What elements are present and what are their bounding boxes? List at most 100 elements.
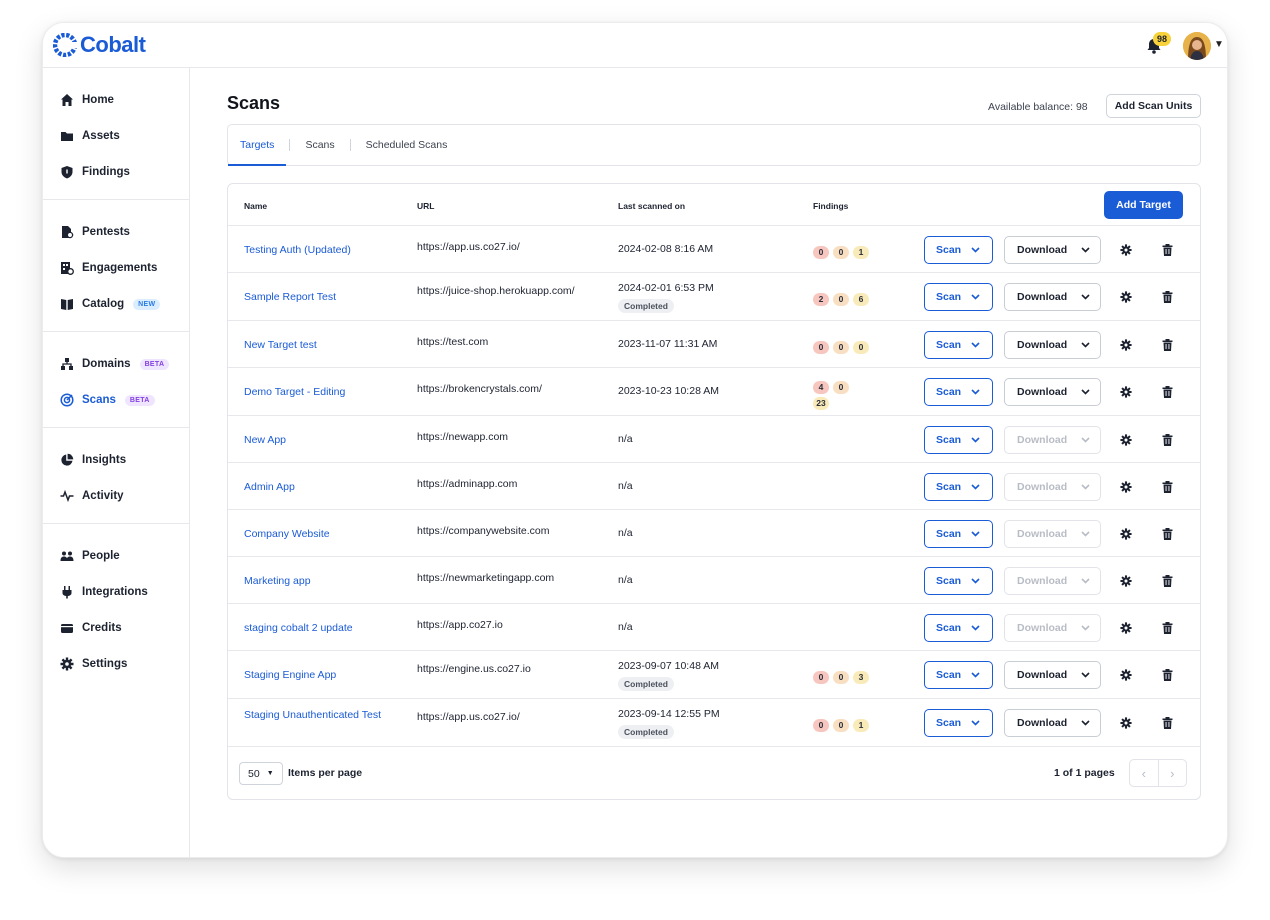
target-name-link[interactable]: Admin App [244, 480, 394, 494]
column-header-name[interactable]: Name [244, 201, 267, 211]
delete-target-button[interactable] [1160, 716, 1174, 730]
sidebar-item-credits[interactable]: Credits [43, 610, 189, 646]
tab-scans[interactable]: Scans [303, 125, 336, 165]
sidebar-item-label: Findings [82, 166, 130, 178]
delete-target-button[interactable] [1160, 243, 1174, 257]
delete-target-button[interactable] [1160, 574, 1174, 588]
chevron-down-icon [1081, 244, 1090, 256]
scan-button[interactable]: Scan [924, 520, 993, 548]
scan-button[interactable]: Scan [924, 236, 993, 264]
target-settings-button[interactable] [1119, 290, 1133, 304]
sidebar-item-label: Activity [82, 490, 124, 502]
sidebar-item-pentests[interactable]: Pentests [43, 214, 189, 250]
target-settings-button[interactable] [1119, 621, 1133, 635]
target-name-link[interactable]: Testing Auth (Updated) [244, 243, 394, 257]
target-settings-button[interactable] [1119, 668, 1133, 682]
target-name-link[interactable]: Staging Engine App [244, 668, 394, 682]
last-scanned-date: 2023-10-23 10:28 AM [618, 385, 719, 397]
scan-button[interactable]: Scan [924, 709, 993, 737]
sidebar-item-settings[interactable]: Settings [43, 646, 189, 682]
previous-page-button[interactable]: ‹ [1130, 760, 1159, 786]
findings-count-pill: 0 [833, 246, 849, 259]
cobalt-logo[interactable]: Cobalt [53, 32, 145, 58]
target-settings-button[interactable] [1119, 527, 1133, 541]
sidebar-item-scans[interactable]: Scans BETA [43, 382, 189, 418]
trash-icon [1162, 481, 1173, 493]
chevron-down-icon [1081, 669, 1090, 681]
target-name-link[interactable]: Company Website [244, 527, 394, 541]
delete-target-button[interactable] [1160, 527, 1174, 541]
scan-button[interactable]: Scan [924, 567, 993, 595]
delete-target-button[interactable] [1160, 338, 1174, 352]
items-per-page-select[interactable]: 50 ▼ [239, 762, 283, 785]
sidebar-item-engagements[interactable]: Engagements [43, 250, 189, 286]
target-settings-button[interactable] [1119, 716, 1133, 730]
gear-icon [1120, 339, 1132, 351]
last-scanned-cell: n/a [618, 574, 633, 586]
download-button[interactable]: Download [1004, 236, 1101, 264]
column-header-url[interactable]: URL [417, 201, 434, 211]
sidebar-item-findings[interactable]: Findings [43, 154, 189, 190]
sidebar-item-domains[interactable]: Domains BETA [43, 346, 189, 382]
tab-scheduled-scans[interactable]: Scheduled Scans [364, 125, 450, 165]
target-settings-button[interactable] [1119, 243, 1133, 257]
chevron-down-icon [971, 291, 980, 303]
delete-target-button[interactable] [1160, 668, 1174, 682]
download-button[interactable]: Download [1004, 520, 1101, 548]
shield-icon [59, 165, 74, 180]
delete-target-button[interactable] [1160, 433, 1174, 447]
add-scan-units-button[interactable]: Add Scan Units [1106, 94, 1201, 118]
tab-targets[interactable]: Targets [238, 125, 276, 165]
target-name-link[interactable]: Marketing app [244, 574, 394, 588]
download-button[interactable]: Download [1004, 331, 1101, 359]
target-name-link[interactable]: Staging Unauthenticated Test [244, 708, 394, 722]
scan-button[interactable]: Scan [924, 378, 993, 406]
download-button[interactable]: Download [1004, 283, 1101, 311]
trash-icon [1162, 717, 1173, 729]
sidebar-item-catalog[interactable]: Catalog NEW [43, 286, 189, 322]
items-per-page-value: 50 [248, 768, 260, 780]
target-settings-button[interactable] [1119, 385, 1133, 399]
scan-button[interactable]: Scan [924, 426, 993, 454]
add-target-button[interactable]: Add Target [1104, 191, 1183, 219]
sidebar-item-insights[interactable]: Insights [43, 442, 189, 478]
target-settings-button[interactable] [1119, 338, 1133, 352]
target-name-link[interactable]: Demo Target - Editing [244, 385, 394, 399]
next-page-button[interactable]: › [1159, 760, 1187, 786]
delete-target-button[interactable] [1160, 480, 1174, 494]
download-button[interactable]: Download [1004, 614, 1101, 642]
scan-button[interactable]: Scan [924, 331, 993, 359]
scan-button[interactable]: Scan [924, 614, 993, 642]
target-name-link[interactable]: New App [244, 433, 394, 447]
user-avatar[interactable] [1183, 32, 1211, 60]
download-button[interactable]: Download [1004, 378, 1101, 406]
caret-down-icon: ▼ [267, 770, 274, 777]
sidebar-item-activity[interactable]: Activity [43, 478, 189, 514]
scan-button[interactable]: Scan [924, 283, 993, 311]
target-settings-button[interactable] [1119, 480, 1133, 494]
download-button[interactable]: Download [1004, 426, 1101, 454]
target-settings-button[interactable] [1119, 433, 1133, 447]
delete-target-button[interactable] [1160, 621, 1174, 635]
sidebar-item-integrations[interactable]: Integrations [43, 574, 189, 610]
target-name-link[interactable]: Sample Report Test [244, 290, 394, 304]
sidebar-item-people[interactable]: People [43, 538, 189, 574]
download-button[interactable]: Download [1004, 567, 1101, 595]
trash-icon [1162, 244, 1173, 256]
download-button[interactable]: Download [1004, 709, 1101, 737]
download-button[interactable]: Download [1004, 661, 1101, 689]
delete-target-button[interactable] [1160, 385, 1174, 399]
column-header-findings[interactable]: Findings [813, 201, 848, 211]
target-name-link[interactable]: New Target test [244, 338, 394, 352]
scan-button[interactable]: Scan [924, 661, 993, 689]
target-settings-button[interactable] [1119, 574, 1133, 588]
account-menu-caret-icon[interactable]: ▼ [1214, 39, 1224, 50]
download-button[interactable]: Download [1004, 473, 1101, 501]
column-header-last-scanned[interactable]: Last scanned on [618, 201, 685, 211]
sidebar-item-assets[interactable]: Assets [43, 118, 189, 154]
target-name-link[interactable]: staging cobalt 2 update [244, 621, 394, 635]
delete-target-button[interactable] [1160, 290, 1174, 304]
scan-button[interactable]: Scan [924, 473, 993, 501]
sidebar-item-home[interactable]: Home [43, 82, 189, 118]
last-scanned-date: 2024-02-01 6:53 PM [618, 282, 714, 294]
